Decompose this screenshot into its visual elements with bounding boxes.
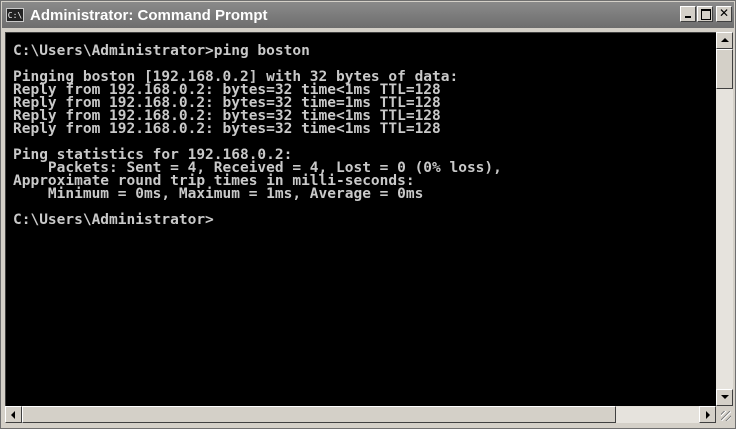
title-bar[interactable]: C:\ Administrator: Command Prompt ✕ (2, 2, 734, 28)
scroll-up-button[interactable] (716, 32, 733, 49)
arrow-left-icon (11, 411, 15, 419)
maximize-button[interactable] (697, 6, 713, 22)
arrow-down-icon (721, 395, 729, 399)
arrow-right-icon (706, 411, 710, 419)
console-line: Reply from 192.168.0.2: bytes=32 time<1m… (13, 121, 441, 137)
vertical-scrollbar[interactable] (716, 32, 733, 406)
scroll-right-button[interactable] (699, 406, 716, 423)
console-line: C:\Users\Administrator>ping boston (13, 43, 310, 59)
window-title: Administrator: Command Prompt (30, 6, 268, 24)
scroll-down-button[interactable] (716, 389, 733, 406)
console-app-icon[interactable]: C:\ (6, 8, 24, 22)
horizontal-scroll-thumb[interactable] (22, 406, 616, 423)
close-button[interactable]: ✕ (716, 6, 732, 22)
console-line: C:\Users\Administrator> (13, 212, 214, 228)
arrow-up-icon (721, 38, 729, 42)
minimize-icon (685, 16, 691, 18)
close-icon: ✕ (718, 6, 730, 20)
horizontal-scrollbar[interactable] (5, 406, 716, 423)
maximize-icon (701, 9, 711, 20)
resize-grip[interactable] (716, 406, 733, 423)
vertical-scroll-thumb[interactable] (716, 49, 733, 89)
minimize-button[interactable] (680, 6, 696, 22)
console-line: Minimum = 0ms, Maximum = 1ms, Average = … (13, 186, 424, 202)
window-controls: ✕ (680, 6, 732, 22)
scroll-left-button[interactable] (5, 406, 22, 423)
resize-grip-icon (721, 411, 731, 421)
console-output[interactable]: C:\Users\Administrator>ping boston Pingin… (5, 32, 716, 406)
command-prompt-window: C:\ Administrator: Command Prompt ✕ C:\U… (0, 0, 736, 429)
